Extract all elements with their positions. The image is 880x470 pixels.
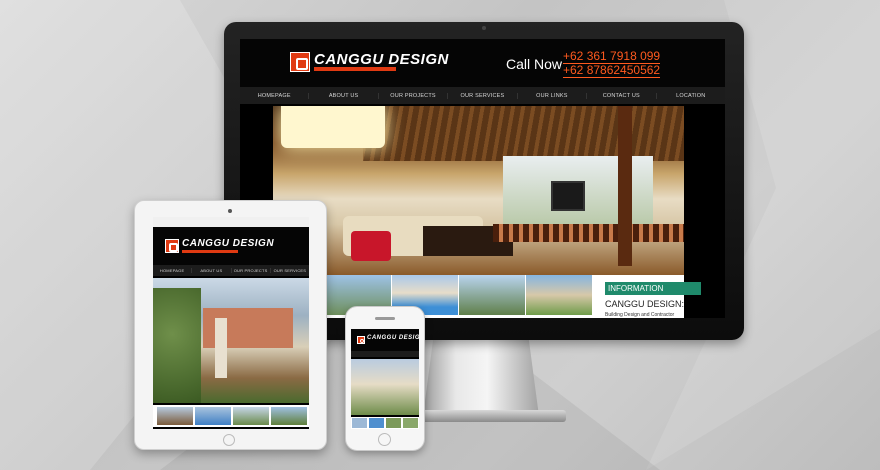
information-title: INFORMATION bbox=[605, 282, 701, 295]
project-thumbnail[interactable] bbox=[195, 407, 231, 425]
camera-icon bbox=[228, 209, 232, 213]
project-thumbnail[interactable] bbox=[233, 407, 269, 425]
nav-homepage[interactable]: HOMEPAGE bbox=[153, 268, 191, 273]
site-header: CANGGU DESIGN bbox=[351, 329, 419, 351]
nav-location[interactable]: LOCATION bbox=[655, 92, 725, 99]
logo-tagline-bar bbox=[314, 67, 396, 71]
site-header: CANGGU DESIGN bbox=[153, 227, 309, 265]
hero-post bbox=[618, 106, 632, 266]
logo-tagline-bar bbox=[182, 250, 238, 253]
nav-about-us[interactable]: ABOUT US bbox=[191, 268, 230, 273]
mobile-website: CANGGU DESIGN bbox=[351, 329, 419, 429]
logo-mark-icon bbox=[290, 52, 310, 72]
imac-stand bbox=[423, 340, 539, 416]
home-button[interactable] bbox=[378, 433, 391, 446]
speaker-grille bbox=[375, 317, 395, 320]
hero-pillar bbox=[215, 318, 227, 378]
nav-our-projects[interactable]: OUR PROJECTS bbox=[230, 268, 270, 273]
main-nav: HOMEPAGE ABOUT US OUR PROJECTS OUR SERVI… bbox=[153, 265, 309, 276]
camera-icon bbox=[482, 26, 486, 30]
project-thumbnail[interactable] bbox=[352, 418, 367, 428]
nav-our-projects[interactable]: OUR PROJECTS bbox=[377, 92, 447, 99]
call-now-label: Call Now bbox=[506, 56, 563, 72]
project-thumbnail[interactable] bbox=[403, 418, 418, 428]
nav-homepage[interactable]: HOMEPAGE bbox=[240, 93, 308, 99]
project-thumbnail[interactable] bbox=[459, 275, 525, 315]
nav-our-links[interactable]: OUR LINKS bbox=[516, 92, 586, 99]
information-panel: INFORMATION CANGGU DESIGN: Building Desi… bbox=[603, 275, 701, 318]
project-thumbnail[interactable] bbox=[369, 418, 384, 428]
site-header: CANGGU DESIGN Call Now +62 361 7918 099 … bbox=[240, 39, 725, 87]
project-thumbnails bbox=[351, 417, 419, 429]
logo-text: CANGGU DESIGN bbox=[182, 238, 275, 249]
project-thumbnails bbox=[153, 405, 309, 427]
project-thumbnails: INFORMATION CANGGU DESIGN: Building Desi… bbox=[273, 275, 701, 318]
ipad-device: CANGGU DESIGN HOMEPAGE ABOUT US OUR PROJ… bbox=[134, 200, 327, 450]
logo-mark-icon bbox=[357, 336, 365, 344]
nav-our-services[interactable]: OUR SERVICES bbox=[269, 268, 309, 273]
project-thumbnail[interactable] bbox=[157, 407, 193, 425]
hero-tree bbox=[153, 288, 201, 403]
hero-tv bbox=[551, 181, 585, 211]
hero-image bbox=[153, 278, 309, 403]
logo-mark-icon bbox=[165, 239, 179, 253]
address-bar[interactable] bbox=[153, 217, 309, 227]
project-thumbnail[interactable] bbox=[526, 275, 592, 315]
main-nav: HOMEPAGE ABOUT US OUR PROJECTS OUR SERVI… bbox=[240, 87, 725, 104]
main-nav[interactable] bbox=[351, 351, 419, 357]
hero-lamp bbox=[281, 106, 385, 148]
hero-pillow bbox=[351, 231, 391, 261]
iphone-device: CANGGU DESIGN bbox=[345, 306, 425, 451]
logo-text: CANGGU DESIGN bbox=[314, 51, 449, 68]
phone-number[interactable]: +62 361 7918 099 bbox=[563, 50, 661, 64]
nav-about-us[interactable]: ABOUT US bbox=[308, 92, 377, 99]
nav-our-services[interactable]: OUR SERVICES bbox=[447, 92, 516, 99]
hero-image bbox=[351, 359, 419, 415]
home-button[interactable] bbox=[223, 434, 235, 446]
tablet-website: CANGGU DESIGN HOMEPAGE ABOUT US OUR PROJ… bbox=[153, 217, 309, 429]
hero-ceiling bbox=[363, 106, 684, 161]
hero-railing bbox=[493, 224, 684, 242]
imac-foot bbox=[410, 410, 566, 422]
logo-text: CANGGU DESIGN bbox=[367, 335, 419, 341]
project-thumbnail[interactable] bbox=[386, 418, 401, 428]
information-heading: CANGGU DESIGN: bbox=[605, 299, 685, 309]
hero-image bbox=[273, 106, 684, 275]
phone-numbers: +62 361 7918 099 +62 87862450562 bbox=[563, 50, 661, 78]
nav-contact-us[interactable]: CONTACT US bbox=[586, 92, 655, 99]
phone-number[interactable]: +62 87862450562 bbox=[563, 64, 661, 78]
project-thumbnail[interactable] bbox=[271, 407, 307, 425]
